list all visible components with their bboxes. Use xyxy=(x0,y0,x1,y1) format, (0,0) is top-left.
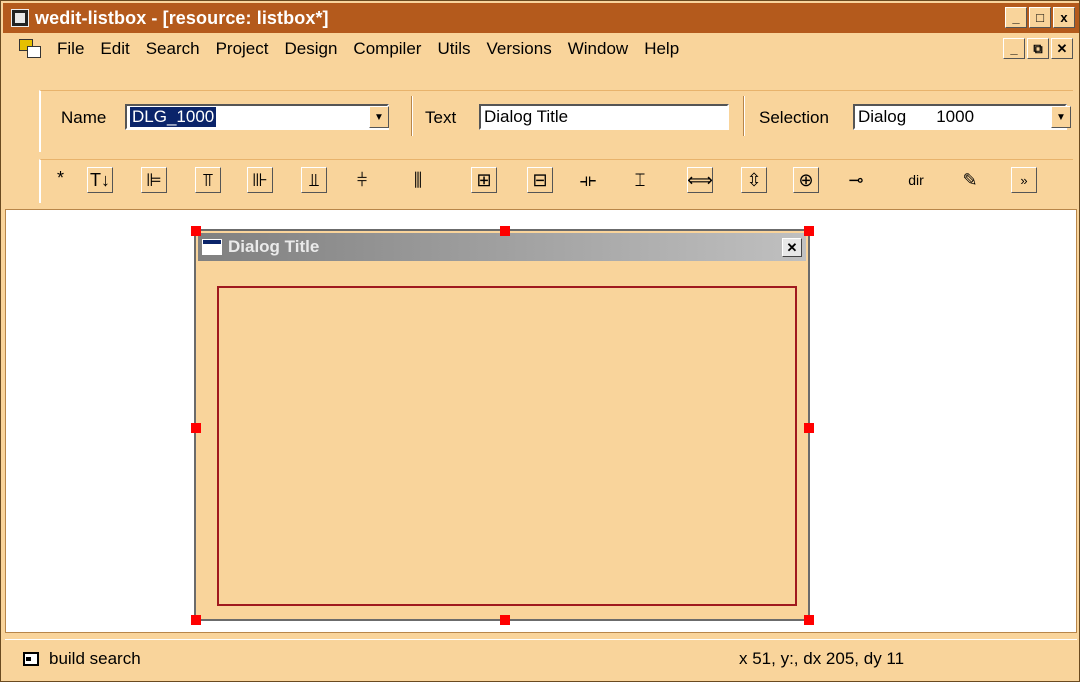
space-vertical-icon[interactable]: ⊞ xyxy=(471,167,497,193)
status-bar: build search x 51, y:, dx 205, dy 11 xyxy=(5,639,1077,677)
menu-utils[interactable]: Utils xyxy=(429,36,478,62)
dialog-title: Dialog Title xyxy=(228,237,320,256)
mdi-minimize-button[interactable]: _ xyxy=(1003,38,1025,59)
alignment-toolbar: * T↓ ⊫ ⫪ ⊪ ⫫ ⫩ ⫼ ⊞ ⊟ ⟛ ⌶ ⟺ ⇳ ⊕ ⊸ dir ✎ » xyxy=(39,159,1073,203)
dir-icon[interactable]: dir xyxy=(901,165,931,195)
resize-handle-e[interactable] xyxy=(804,423,814,433)
text-order-icon[interactable]: T↓ xyxy=(87,167,113,193)
text-value: Dialog Title xyxy=(484,107,569,126)
mdi-controls: _ ⧉ ✕ xyxy=(1003,38,1073,59)
menu-design[interactable]: Design xyxy=(277,36,346,62)
align-bottom-icon[interactable]: ⫫ xyxy=(301,167,327,193)
toolbar-separator xyxy=(411,96,413,136)
dialog-window-icon xyxy=(202,239,222,255)
cursor-icon[interactable]: ✎ xyxy=(955,165,985,195)
center-horizontal-icon[interactable]: ⫩ xyxy=(347,165,377,195)
menu-window[interactable]: Window xyxy=(560,36,636,62)
stretch-vertical-icon[interactable]: ⇳ xyxy=(741,167,767,193)
menu-search[interactable]: Search xyxy=(138,36,208,62)
resize-handle-s[interactable] xyxy=(500,615,510,625)
selection-dropdown[interactable]: Dialog 1000 xyxy=(853,104,1067,130)
text-label: Text xyxy=(425,108,457,127)
resize-handle-ne[interactable] xyxy=(804,226,814,236)
minimize-button[interactable]: _ xyxy=(1005,7,1027,28)
window-title: wedit-listbox - [resource: listbox*] xyxy=(35,7,329,28)
resize-handle-nw[interactable] xyxy=(191,226,201,236)
properties-toolbar: Name DLG_1000 ▼ Text Dialog Title Select… xyxy=(39,90,1073,152)
align-left-icon[interactable]: ⊫ xyxy=(141,167,167,193)
dialog-preview[interactable]: Dialog Title ✕ xyxy=(194,229,810,621)
resize-handle-n[interactable] xyxy=(500,226,510,236)
app-window: wedit-listbox - [resource: listbox*] _ □… xyxy=(0,0,1080,682)
menu-compiler[interactable]: Compiler xyxy=(345,36,429,62)
menu-versions[interactable]: Versions xyxy=(479,36,560,62)
pin-icon[interactable]: ⊸ xyxy=(841,165,871,195)
stretch-horizontal-icon[interactable]: ⟺ xyxy=(687,167,713,193)
maximize-button[interactable]: □ xyxy=(1029,7,1051,28)
title-bar[interactable]: wedit-listbox - [resource: listbox*] _ □… xyxy=(3,3,1079,33)
document-icon[interactable] xyxy=(19,39,41,59)
resize-handle-w[interactable] xyxy=(191,423,201,433)
more-icon[interactable]: » xyxy=(1011,167,1037,193)
menu-help[interactable]: Help xyxy=(636,36,687,62)
build-window-icon[interactable] xyxy=(23,651,39,666)
menu-file[interactable]: File xyxy=(49,36,92,62)
space-horizontal-icon[interactable]: ⊟ xyxy=(527,167,553,193)
center-both-icon[interactable]: ⊕ xyxy=(793,167,819,193)
dialog-title-bar[interactable]: Dialog Title ✕ xyxy=(198,233,806,261)
toolbar-separator xyxy=(743,96,745,136)
dialog-close-button[interactable]: ✕ xyxy=(782,238,802,257)
mdi-restore-button[interactable]: ⧉ xyxy=(1027,38,1049,59)
dialog-client-frame[interactable] xyxy=(217,286,797,606)
name-label: Name xyxy=(61,108,107,127)
window-controls: _ □ x xyxy=(1005,7,1075,28)
selection-id: 1000 xyxy=(936,107,975,126)
selection-label: Selection xyxy=(759,108,829,127)
name-dropdown-arrow[interactable]: ▼ xyxy=(369,106,389,128)
selection-type: Dialog xyxy=(858,107,907,126)
status-coordinates: x 51, y:, dx 205, dy 11 xyxy=(739,649,905,668)
mdi-close-button[interactable]: ✕ xyxy=(1051,38,1073,59)
align-right-icon[interactable]: ⊪ xyxy=(247,167,273,193)
name-field[interactable]: DLG_1000 xyxy=(125,104,389,130)
menu-project[interactable]: Project xyxy=(208,36,277,62)
toolbar-star: * xyxy=(57,168,65,188)
resize-handle-sw[interactable] xyxy=(191,615,201,625)
resize-handle-se[interactable] xyxy=(804,615,814,625)
align-top-icon[interactable]: ⫪ xyxy=(195,167,221,193)
selection-dropdown-arrow[interactable]: ▼ xyxy=(1051,106,1071,128)
status-text: build search xyxy=(49,648,141,668)
text-input[interactable]: Dialog Title xyxy=(479,104,729,130)
name-value: DLG_1000 xyxy=(130,107,217,127)
close-button[interactable]: x xyxy=(1053,7,1075,28)
menu-bar: File Edit Search Project Design Compiler… xyxy=(3,34,1079,64)
app-logo-icon[interactable] xyxy=(11,9,29,27)
center-vertical-icon[interactable]: ⫼ xyxy=(403,165,433,195)
menu-edit[interactable]: Edit xyxy=(92,36,137,62)
same-width-icon[interactable]: ⟛ xyxy=(573,165,603,195)
same-height-icon[interactable]: ⌶ xyxy=(625,165,655,195)
